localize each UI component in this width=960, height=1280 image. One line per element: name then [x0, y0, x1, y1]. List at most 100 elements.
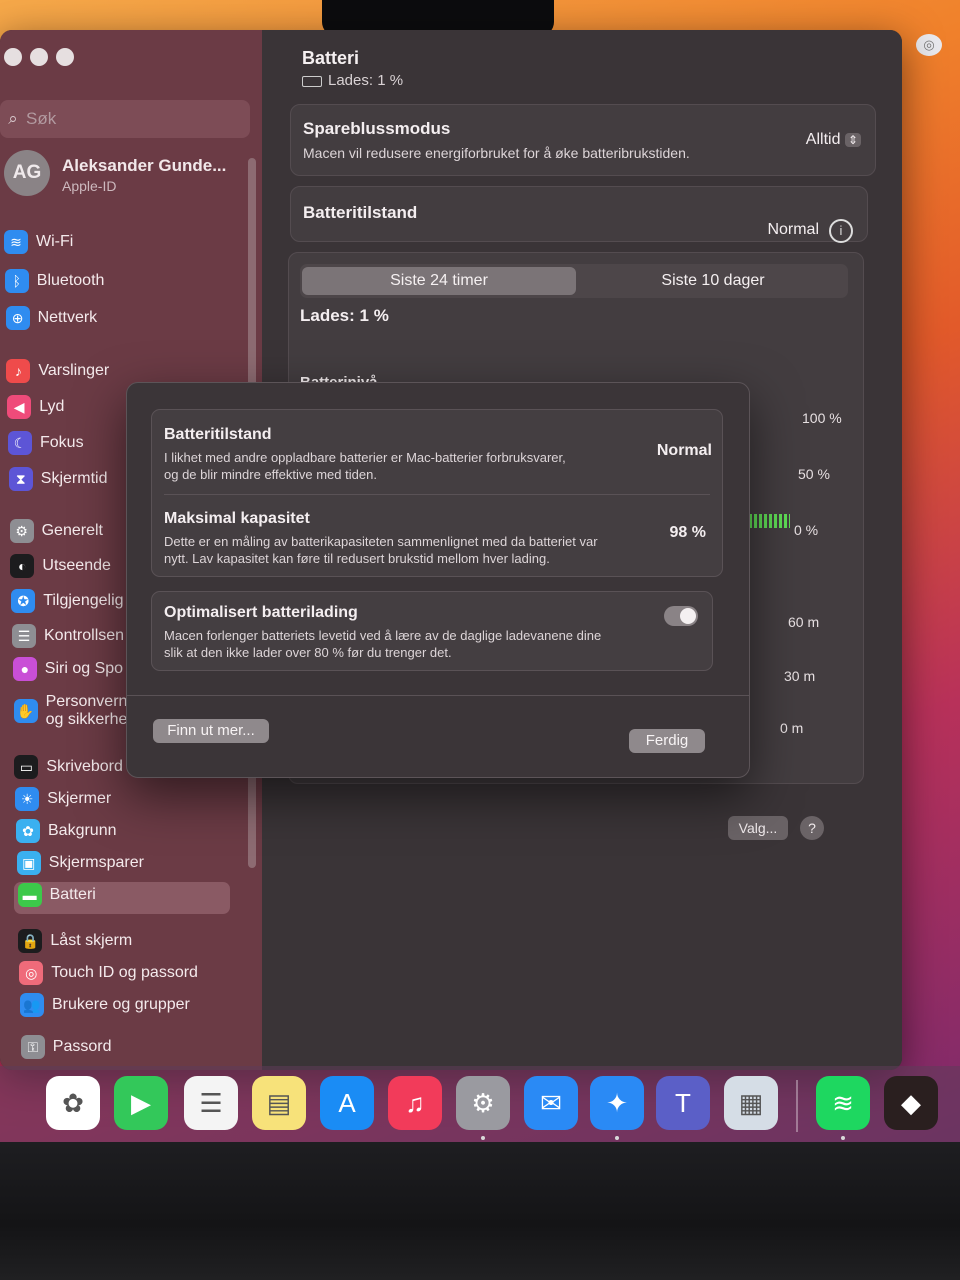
info-icon[interactable]: i: [829, 219, 853, 243]
profile-subtitle: Apple-ID: [62, 178, 117, 194]
wifi-icon: ≋: [4, 230, 28, 254]
max-capacity-desc-2: nytt. Lav kapasitet kan føre til reduser…: [164, 551, 550, 566]
battery-health-title: Batteritilstand: [303, 203, 418, 222]
system-settings-icon[interactable]: ⚙: [456, 1076, 510, 1130]
sidebar-item-bakgrunn[interactable]: ✿ Bakgrunn: [16, 816, 117, 846]
sidebar-item-varslinger[interactable]: ♪ Varslinger: [6, 356, 109, 386]
tab-last-10-days[interactable]: Siste 10 dager: [580, 267, 846, 295]
sidebar-item-batteri[interactable]: ▬ Batteri: [17, 880, 96, 910]
sidebar-item-wi-fi[interactable]: ≋ Wi-Fi: [4, 227, 73, 257]
sidebar-item-nettverk[interactable]: ⊕ Nettverk: [5, 303, 98, 333]
sidebar-item-bluetooth[interactable]: ᛒ Bluetooth: [4, 266, 105, 296]
sidebar-item-utseende[interactable]: ◐ Utseende: [10, 551, 111, 581]
hourglass-icon: ⧗: [8, 467, 33, 491]
sidebar-item-label: Nettverk: [37, 309, 98, 326]
hand-icon: ✋: [13, 699, 38, 723]
siri-icon: ●: [12, 657, 37, 681]
charging-status: Lades: 1 %: [300, 306, 389, 325]
sidebar-item-label: Skjermtid: [40, 470, 108, 487]
lock-icon: 🔒: [18, 929, 43, 953]
running-indicator: [841, 1136, 845, 1140]
sidebar-item-touch-id-og-passord[interactable]: ◎ Touch ID og passord: [19, 958, 198, 988]
notes-icon[interactable]: ▤: [252, 1076, 306, 1130]
learn-more-button[interactable]: Finn ut mer...: [153, 719, 269, 743]
spotify-icon[interactable]: ≋: [816, 1076, 870, 1130]
dock-separator: [796, 1080, 798, 1132]
low-power-card: Spareblussmodus Macen vil redusere energ…: [290, 104, 876, 176]
sidebar-search[interactable]: ⌕ Søk: [0, 100, 250, 138]
sidebar-item-låst-skjerm[interactable]: 🔒 Låst skjerm: [18, 926, 132, 956]
metamask-icon[interactable]: ◆: [884, 1076, 938, 1130]
running-indicator: [481, 1136, 485, 1140]
sidebar-item-label: Bluetooth: [36, 272, 105, 289]
done-button[interactable]: Ferdig: [629, 729, 705, 753]
battery-health-dialog: Batteritilstand Normal I likhet med andr…: [126, 382, 750, 778]
max-capacity-value: 98 %: [669, 524, 706, 541]
sidebar-item-passord[interactable]: ⚿ Passord: [20, 1032, 112, 1062]
sidebar-item-skjermtid[interactable]: ⧗ Skjermtid: [8, 464, 108, 494]
level-tick-0: 0 %: [794, 522, 819, 538]
minimize-window-button[interactable]: [30, 48, 48, 66]
sidebar-item-skjermer[interactable]: ☀ Skjermer: [15, 784, 111, 814]
accessibility-icon: ✪: [11, 589, 36, 613]
sidebar-item-label: Skjermer: [47, 790, 112, 807]
sidebar-item-label: Fokus: [40, 434, 84, 451]
zoom-window-button[interactable]: [56, 48, 74, 66]
facetime-icon[interactable]: ▶: [114, 1076, 168, 1130]
options-button[interactable]: Valg...: [728, 816, 788, 840]
dialog-footer-divider: [127, 695, 749, 696]
sidebar-item-fokus[interactable]: ☾ Fokus: [8, 428, 84, 458]
low-power-title: Spareblussmodus: [303, 119, 451, 138]
sidebar-item-label: Låst skjerm: [50, 932, 133, 949]
help-button[interactable]: ?: [800, 816, 824, 840]
sidebar-item-lyd[interactable]: ◀ Lyd: [7, 392, 64, 422]
music-icon[interactable]: ♫: [388, 1076, 442, 1130]
key-icon: ⚿: [20, 1035, 45, 1059]
sidebar-item-kontrollsen[interactable]: ☰ Kontrollsen: [12, 621, 124, 651]
page-subtitle: Lades: 1 %: [302, 72, 403, 89]
teams-icon[interactable]: T: [656, 1076, 710, 1130]
sidebar-item-label: Touch ID og passord: [51, 964, 198, 981]
sidebar-item-label: Kontrollsen: [44, 627, 125, 644]
sidebar-item-label: Batteri: [49, 886, 96, 903]
sidebar-item-label: Skjermsparer: [48, 854, 144, 871]
fingerprint-icon: ◎: [19, 961, 44, 985]
battery-health-card: Batteritilstand Normal i: [290, 186, 868, 243]
menu-extra-icon[interactable]: ◎: [916, 34, 942, 56]
sidebar-item-label: Generelt: [41, 522, 103, 539]
reminders-icon[interactable]: ☰: [184, 1076, 238, 1130]
sidebar-item-siri-og-spo[interactable]: ● Siri og Spo: [12, 654, 123, 684]
sidebar-item-skjermsparer[interactable]: ▣ Skjermsparer: [16, 848, 144, 878]
preview-icon[interactable]: ▦: [724, 1076, 778, 1130]
app-store-icon[interactable]: A: [320, 1076, 374, 1130]
sidebar-item-label: Tilgjengelig: [43, 592, 124, 609]
low-power-select[interactable]: Alltid ⇕: [806, 131, 861, 149]
bluetooth-icon: ᛒ: [4, 269, 29, 293]
photos-icon[interactable]: ✿: [46, 1076, 100, 1130]
time-range-segmented-control: Siste 24 timer Siste 10 dager: [300, 264, 848, 298]
close-window-button[interactable]: [4, 48, 22, 66]
tab-last-24-hours[interactable]: Siste 24 timer: [302, 267, 576, 295]
toggle-knob: [680, 608, 696, 624]
sidebar-item-label-line2: og sikkerhe: [45, 711, 128, 728]
dock-icon: ▭: [14, 755, 39, 779]
bell-icon: ♪: [6, 359, 31, 383]
usage-tick-0: 0 m: [780, 720, 804, 736]
optimized-charging-desc-2: slik at den ikke lader over 80 % før du …: [164, 645, 452, 660]
sidebar-item-generelt[interactable]: ⚙ Generelt: [9, 516, 103, 546]
mail-icon[interactable]: ✉: [524, 1076, 578, 1130]
sidebar-item-label: Utseende: [42, 557, 111, 574]
sidebar-item-tilgjengelig[interactable]: ✪ Tilgjengelig: [11, 586, 124, 616]
usage-tick-30: 30 m: [784, 668, 816, 684]
moon-icon: ☾: [8, 431, 32, 455]
safari-icon[interactable]: ✦: [590, 1076, 644, 1130]
usage-tick-60: 60 m: [788, 614, 820, 630]
gear-icon: ⚙: [9, 519, 34, 543]
appearance-icon: ◐: [10, 554, 35, 578]
optimized-charging-toggle[interactable]: [664, 606, 698, 626]
page-title: Batteri: [302, 48, 360, 68]
sidebar-item-brukere-og-grupper[interactable]: 👥 Brukere og grupper: [20, 990, 190, 1020]
sidebar-item-label: Lyd: [39, 398, 65, 415]
sidebar-item-personvern[interactable]: ✋ Personvern og sikkerhe: [13, 690, 128, 732]
optimized-charging-title: Optimalisert batterilading: [164, 604, 358, 621]
